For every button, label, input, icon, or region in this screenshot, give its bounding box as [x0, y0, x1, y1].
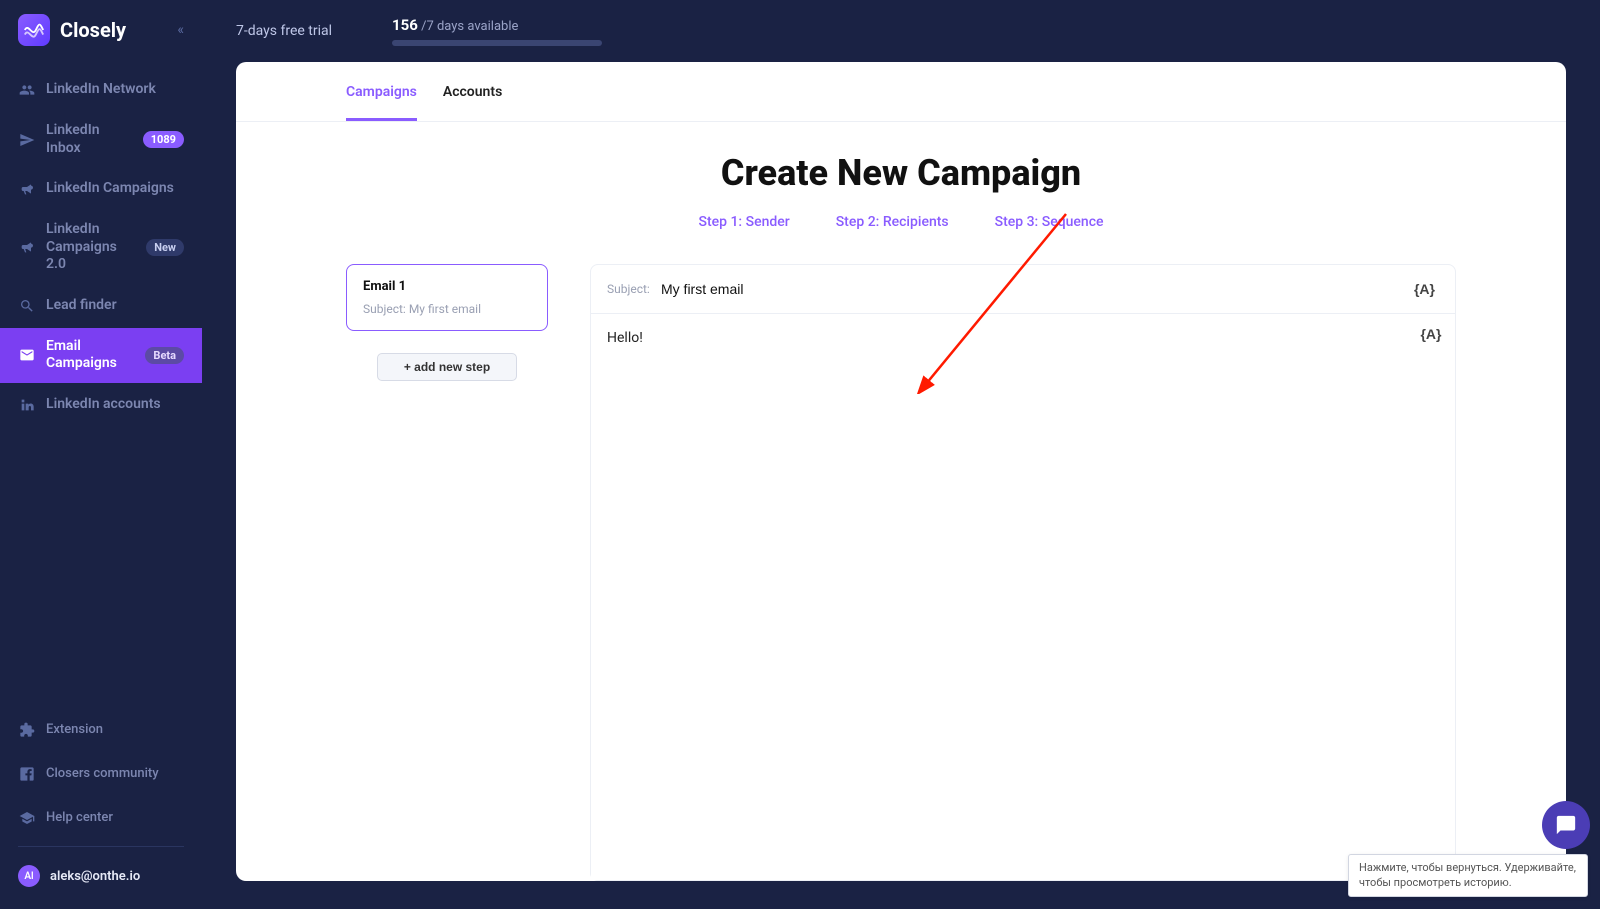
sidebar-item-label: Closers community [46, 766, 184, 782]
sidebar-item-linkedin-network[interactable]: LinkedIn Network [0, 68, 202, 112]
page-title: Create New Campaign [236, 152, 1566, 194]
new-badge: New [146, 239, 184, 256]
step-sender[interactable]: Step 1: Sender [698, 214, 789, 230]
sidebar-item-label: LinkedIn Network [46, 81, 184, 99]
browser-back-tooltip: Нажмите, чтобы вернуться. Удерживайте, ч… [1348, 854, 1588, 897]
email-composer: Subject: {A} {A} [590, 264, 1456, 881]
email-card-title: Email 1 [363, 279, 531, 294]
sidebar-item-help-center[interactable]: Help center [0, 796, 202, 840]
user-menu[interactable]: Al aleks@onthe.io [0, 853, 202, 899]
trial-text: 7-days free trial [236, 23, 332, 39]
sidebar-item-extension[interactable]: Extension [0, 708, 202, 752]
sidebar-nav: LinkedIn Network LinkedIn Inbox 1089 Lin… [0, 54, 202, 708]
sidebar-item-label: Extension [46, 722, 184, 738]
insert-token-button-subject[interactable]: {A} [1410, 279, 1439, 299]
add-step-button[interactable]: + add new step [377, 353, 517, 381]
linkedin-icon [18, 396, 36, 414]
search-icon [18, 297, 36, 315]
email-card-subject: Subject: My first email [363, 302, 531, 316]
sidebar-item-lead-finder[interactable]: Lead finder [0, 284, 202, 328]
user-email: aleks@onthe.io [50, 869, 140, 884]
tab-accounts[interactable]: Accounts [443, 84, 502, 121]
sidebar-item-closers-community[interactable]: Closers community [0, 752, 202, 796]
sidebar-item-label: LinkedIn accounts [46, 396, 184, 414]
trial-days: 156 /7 days available [392, 16, 602, 34]
beta-badge: Beta [145, 347, 184, 364]
sidebar-item-label: Lead finder [46, 297, 184, 315]
sidebar-item-label: LinkedIn Campaigns [46, 180, 184, 198]
sidebar-collapse-icon[interactable]: « [177, 22, 184, 38]
email-body-input[interactable] [591, 314, 1407, 880]
step-recipients[interactable]: Step 2: Recipients [836, 214, 949, 230]
sidebar-item-linkedin-campaigns[interactable]: LinkedIn Campaigns [0, 167, 202, 211]
sidebar-item-linkedin-inbox[interactable]: LinkedIn Inbox 1089 [0, 112, 202, 167]
sidebar-item-linkedin-campaigns-2[interactable]: LinkedIn Campaigns 2.0 New [0, 211, 202, 284]
sidebar-item-email-campaigns[interactable]: Email Campaigns Beta [0, 328, 202, 383]
mail-icon [18, 346, 36, 364]
sidebar-item-label: LinkedIn Campaigns 2.0 [46, 221, 136, 274]
step-sequence[interactable]: Step 3: Sequence [995, 214, 1104, 230]
sidebar-item-label: Help center [46, 810, 184, 826]
sidebar: Closely « LinkedIn Network LinkedIn Inbo… [0, 0, 202, 909]
brand-logo-icon [18, 14, 50, 46]
insert-token-button-body[interactable]: {A} [1416, 324, 1445, 344]
topbar: 7-days free trial 156 /7 days available [202, 0, 1600, 62]
sidebar-item-label: LinkedIn Inbox [46, 122, 133, 157]
puzzle-icon [18, 721, 36, 739]
top-tabs: Campaigns Accounts [236, 62, 1566, 122]
users-icon [18, 81, 36, 99]
support-chat-button[interactable] [1542, 801, 1590, 849]
trial-progress [392, 40, 602, 46]
facebook-icon [18, 765, 36, 783]
tab-campaigns[interactable]: Campaigns [346, 84, 417, 121]
brand-name: Closely [60, 18, 167, 42]
sequence-email-card[interactable]: Email 1 Subject: My first email [346, 264, 548, 331]
sidebar-item-linkedin-accounts[interactable]: LinkedIn accounts [0, 383, 202, 427]
megaphone-icon [18, 180, 36, 198]
send-icon [18, 131, 36, 149]
wizard-steps: Step 1: Sender Step 2: Recipients Step 3… [236, 214, 1566, 230]
subject-input[interactable] [661, 281, 1410, 297]
sidebar-item-label: Email Campaigns [46, 338, 135, 373]
megaphone-icon [18, 238, 36, 256]
subject-label: Subject: [607, 282, 661, 296]
inbox-count-badge: 1089 [143, 131, 184, 148]
graduation-cap-icon [18, 809, 36, 827]
avatar: Al [18, 865, 40, 887]
